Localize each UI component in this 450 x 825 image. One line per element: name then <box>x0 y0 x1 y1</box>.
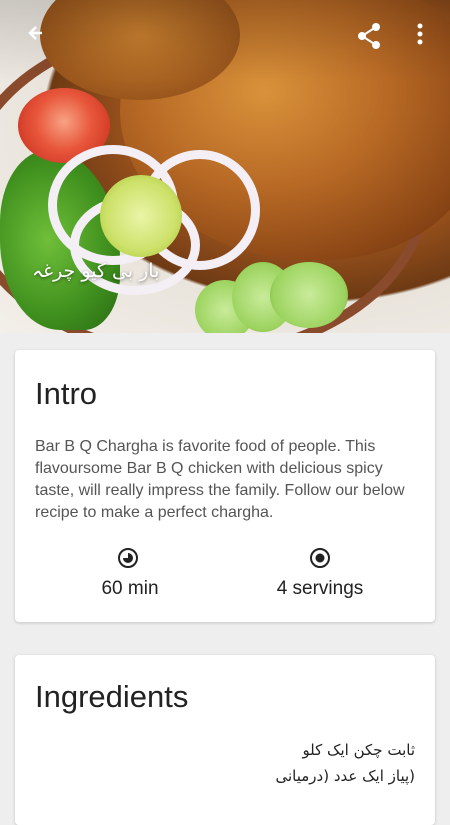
ingredients-heading: Ingredients <box>35 679 189 714</box>
intro-card: Intro Bar B Q Chargha is favorite food o… <box>15 350 435 622</box>
ingredient-line: ثابت چکن ایک کلو <box>302 741 415 759</box>
toolbar-scrim <box>0 0 450 80</box>
intro-heading: Intro <box>35 376 98 411</box>
servings-count: 4 servings <box>276 578 364 599</box>
cucumber-graphic <box>270 262 348 328</box>
ingredient-line: (پیاز ایک عدد (درمیانی <box>275 767 415 785</box>
cook-time: 60 min <box>101 578 159 599</box>
back-arrow-icon[interactable] <box>28 22 46 51</box>
recipe-hero-image: بار بی کیو چرغہ <box>0 0 450 333</box>
recipe-title-urdu: بار بی کیو چرغہ <box>32 260 160 282</box>
servings-icon <box>310 548 330 568</box>
intro-description: Bar B Q Chargha is favorite food of peop… <box>35 438 405 521</box>
lime-graphic <box>100 175 182 257</box>
more-vert-icon[interactable] <box>416 22 424 53</box>
clock-icon <box>118 548 138 568</box>
share-icon[interactable] <box>356 22 382 57</box>
